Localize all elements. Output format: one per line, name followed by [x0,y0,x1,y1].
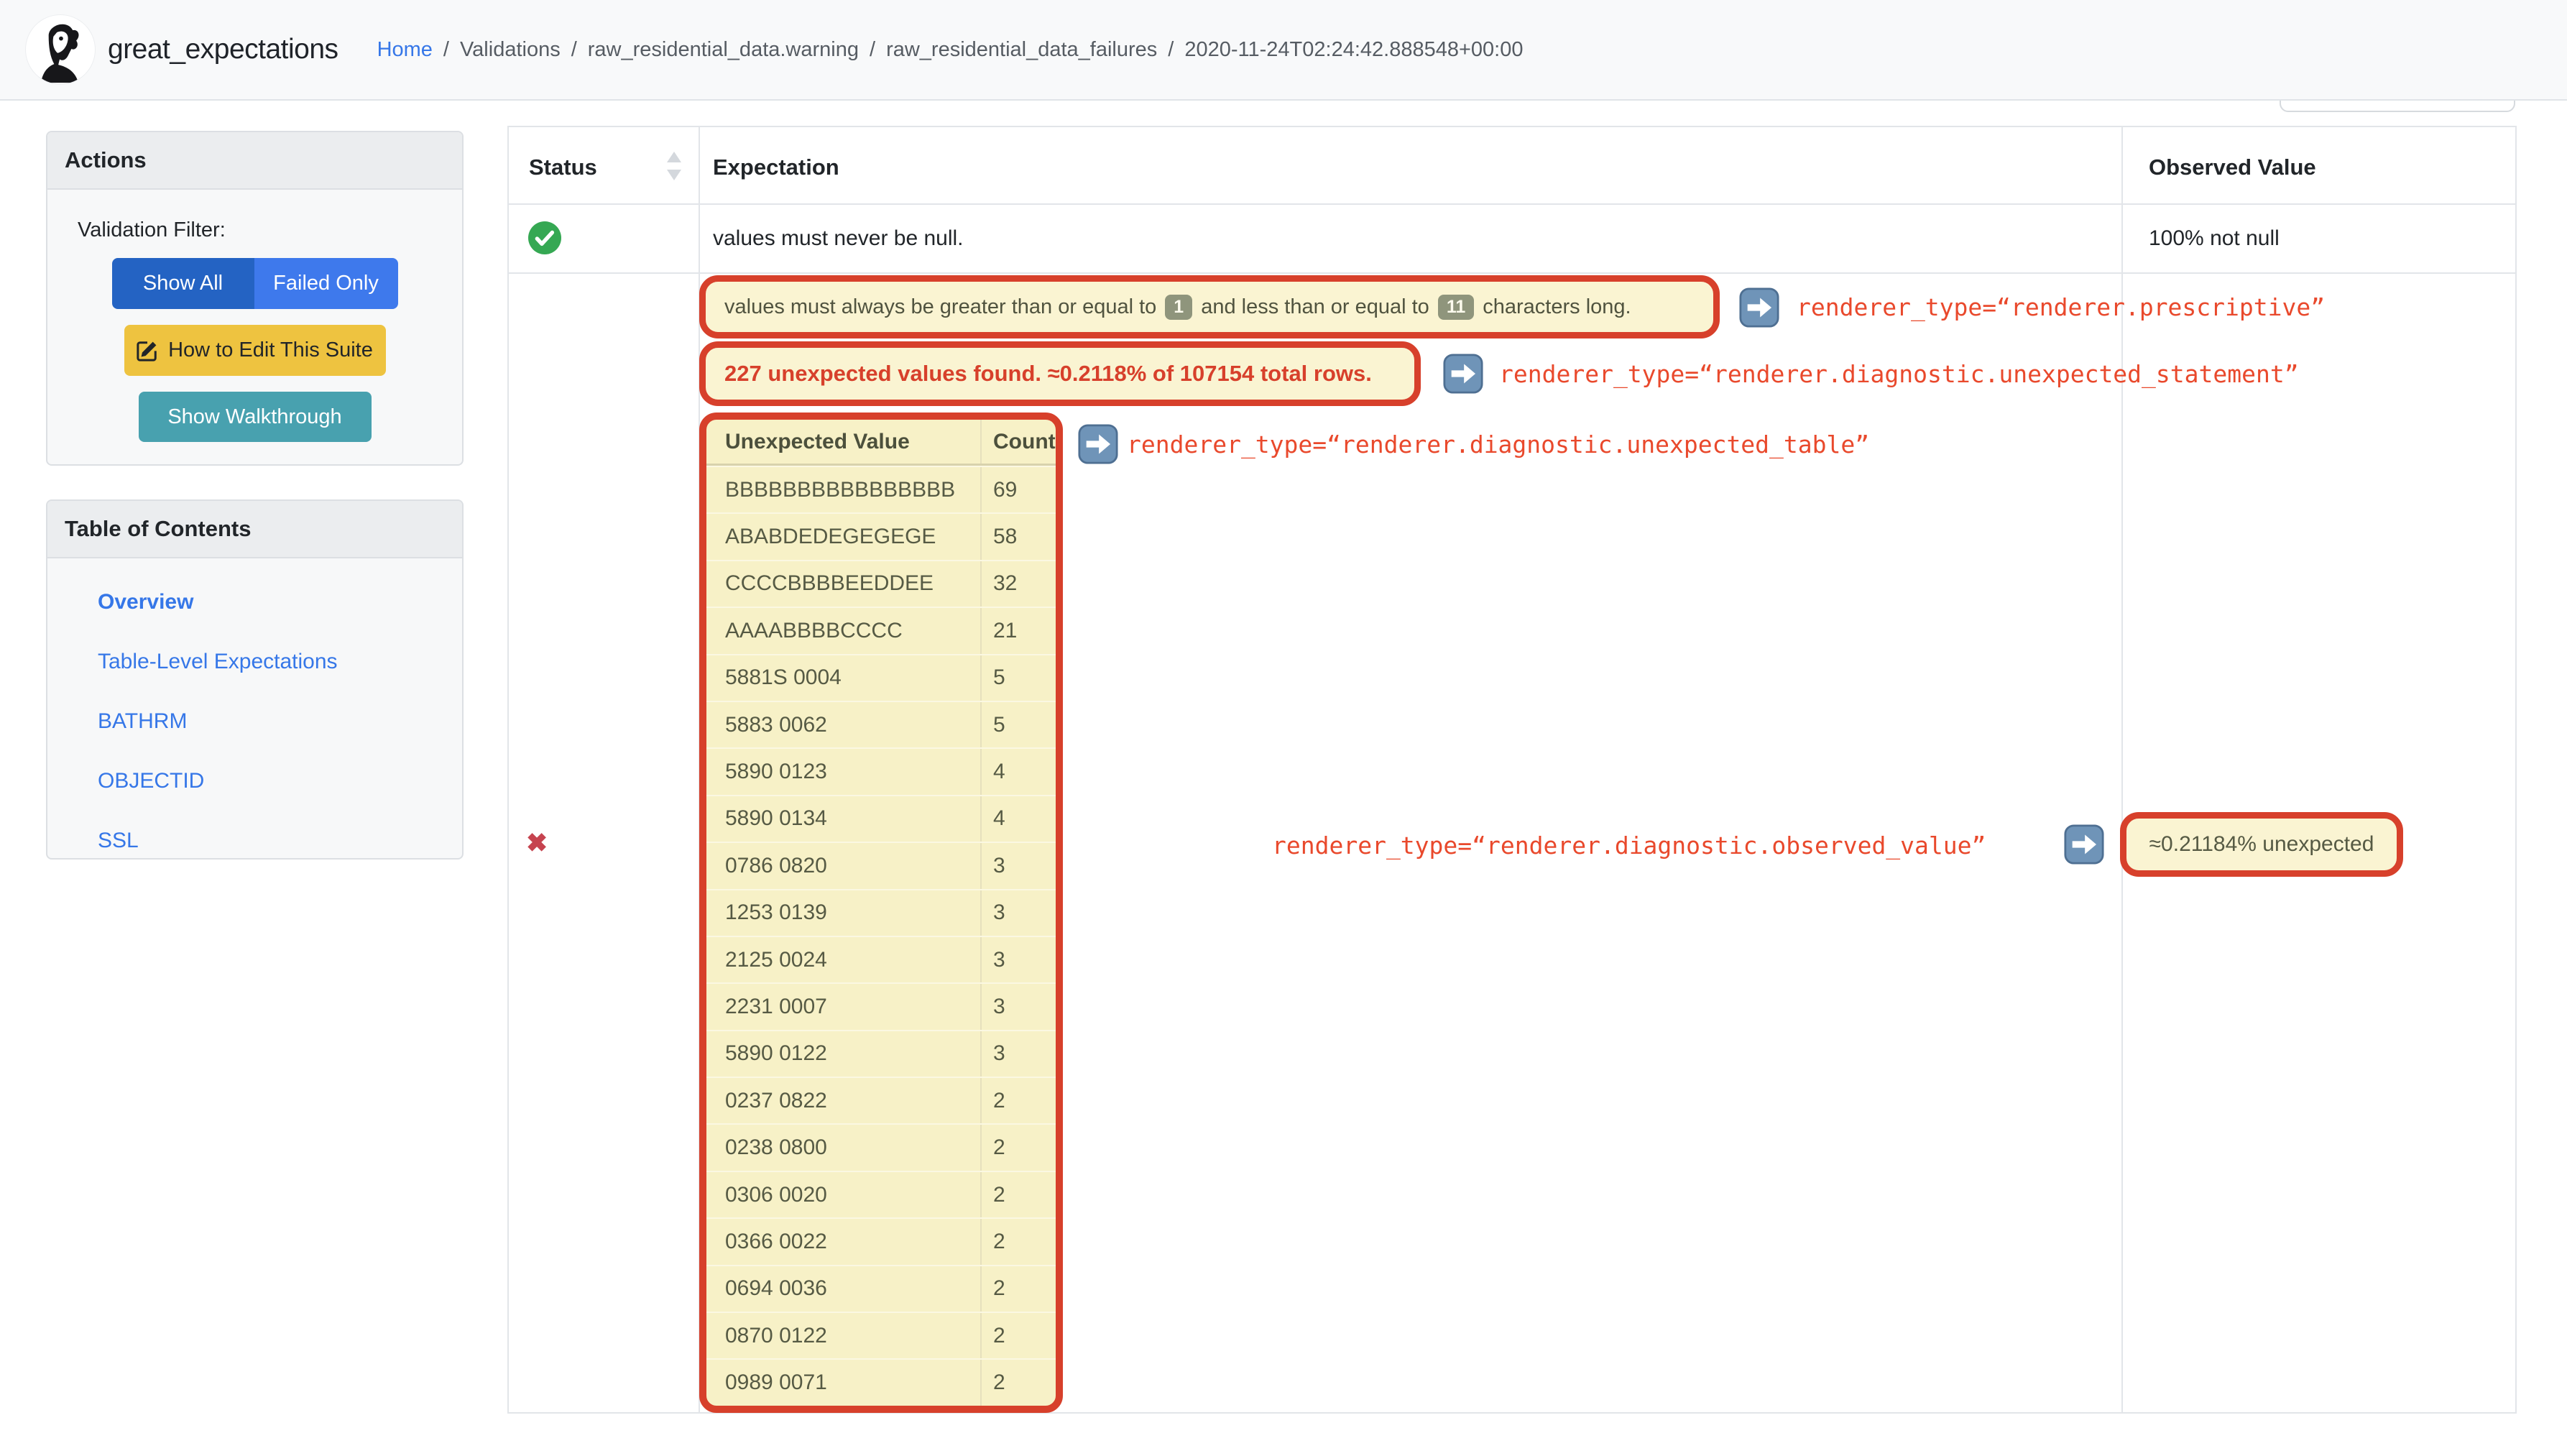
row-divider [509,272,2515,274]
edit-suite-label: How to Edit This Suite [168,338,373,361]
column-divider [2121,127,2123,1412]
edit-suite-button[interactable]: How to Edit This Suite [124,325,386,376]
toc-item-objectid[interactable]: OBJECTID [98,769,462,793]
expectation-column-header: Expectation [713,155,839,180]
success-check-icon [528,221,561,254]
table-of-contents-panel: Table of Contents Overview Table-Level E… [46,499,464,860]
breadcrumb-segment: raw_residential_data_failures [886,37,1158,61]
failed-x-icon: ✖ [526,828,548,857]
observed-value-column-header: Observed Value [2149,155,2316,180]
observed-value-text: 100% not null [2149,226,2280,250]
validation-filter-label: Validation Filter: [78,218,226,241]
toc-item-table-level-expectations[interactable]: Table-Level Expectations [98,650,462,674]
expectation-text: values must never be null. [713,226,964,250]
breadcrumb-separator: / [1168,37,1174,61]
column-divider [699,127,700,1412]
toc-title: Table of Contents [47,501,462,558]
breadcrumb-separator: / [870,37,876,61]
breadcrumb-segments: / Validations / raw_residential_data.war… [433,38,1524,62]
failed-only-button[interactable]: Failed Only [254,258,398,309]
actions-panel-title: Actions [47,132,462,190]
actions-panel: Actions Validation Filter: Show All Fail… [46,131,464,466]
great-expectations-logo-icon [26,15,95,84]
breadcrumb-segment: raw_residential_data.warning [587,37,859,61]
breadcrumb-separator: / [571,37,577,61]
show-walkthrough-button[interactable]: Show Walkthrough [138,392,372,442]
toc-list: Overview Table-Level Expectations BATHRM… [47,558,462,853]
sort-icon[interactable] [665,150,683,185]
breadcrumb-separator: / [443,37,449,61]
header-divider [509,203,2515,205]
validation-filter-group: Show All Failed Only [47,258,462,309]
pencil-square-icon [137,340,158,361]
breadcrumb-segment: 2020-11-24T02:24:42.888548+00:00 [1184,37,1524,61]
app-title: great_expectations [108,34,338,65]
breadcrumb-home-link[interactable]: Home [377,38,433,62]
toc-item-bathrm[interactable]: BATHRM [98,709,462,734]
navbar: great_expectations Home / Validations / … [0,0,2567,101]
toc-item-ssl[interactable]: SSL [98,829,462,853]
status-column-header: Status [529,155,597,180]
toc-item-overview[interactable]: Overview [98,590,462,614]
show-all-button[interactable]: Show All [111,258,254,309]
breadcrumb-segment: Validations [459,37,561,61]
breadcrumb: Home / Validations / raw_residential_dat… [377,38,1524,62]
validation-results-table: Status Expectation Observed Value values… [507,126,2517,1414]
